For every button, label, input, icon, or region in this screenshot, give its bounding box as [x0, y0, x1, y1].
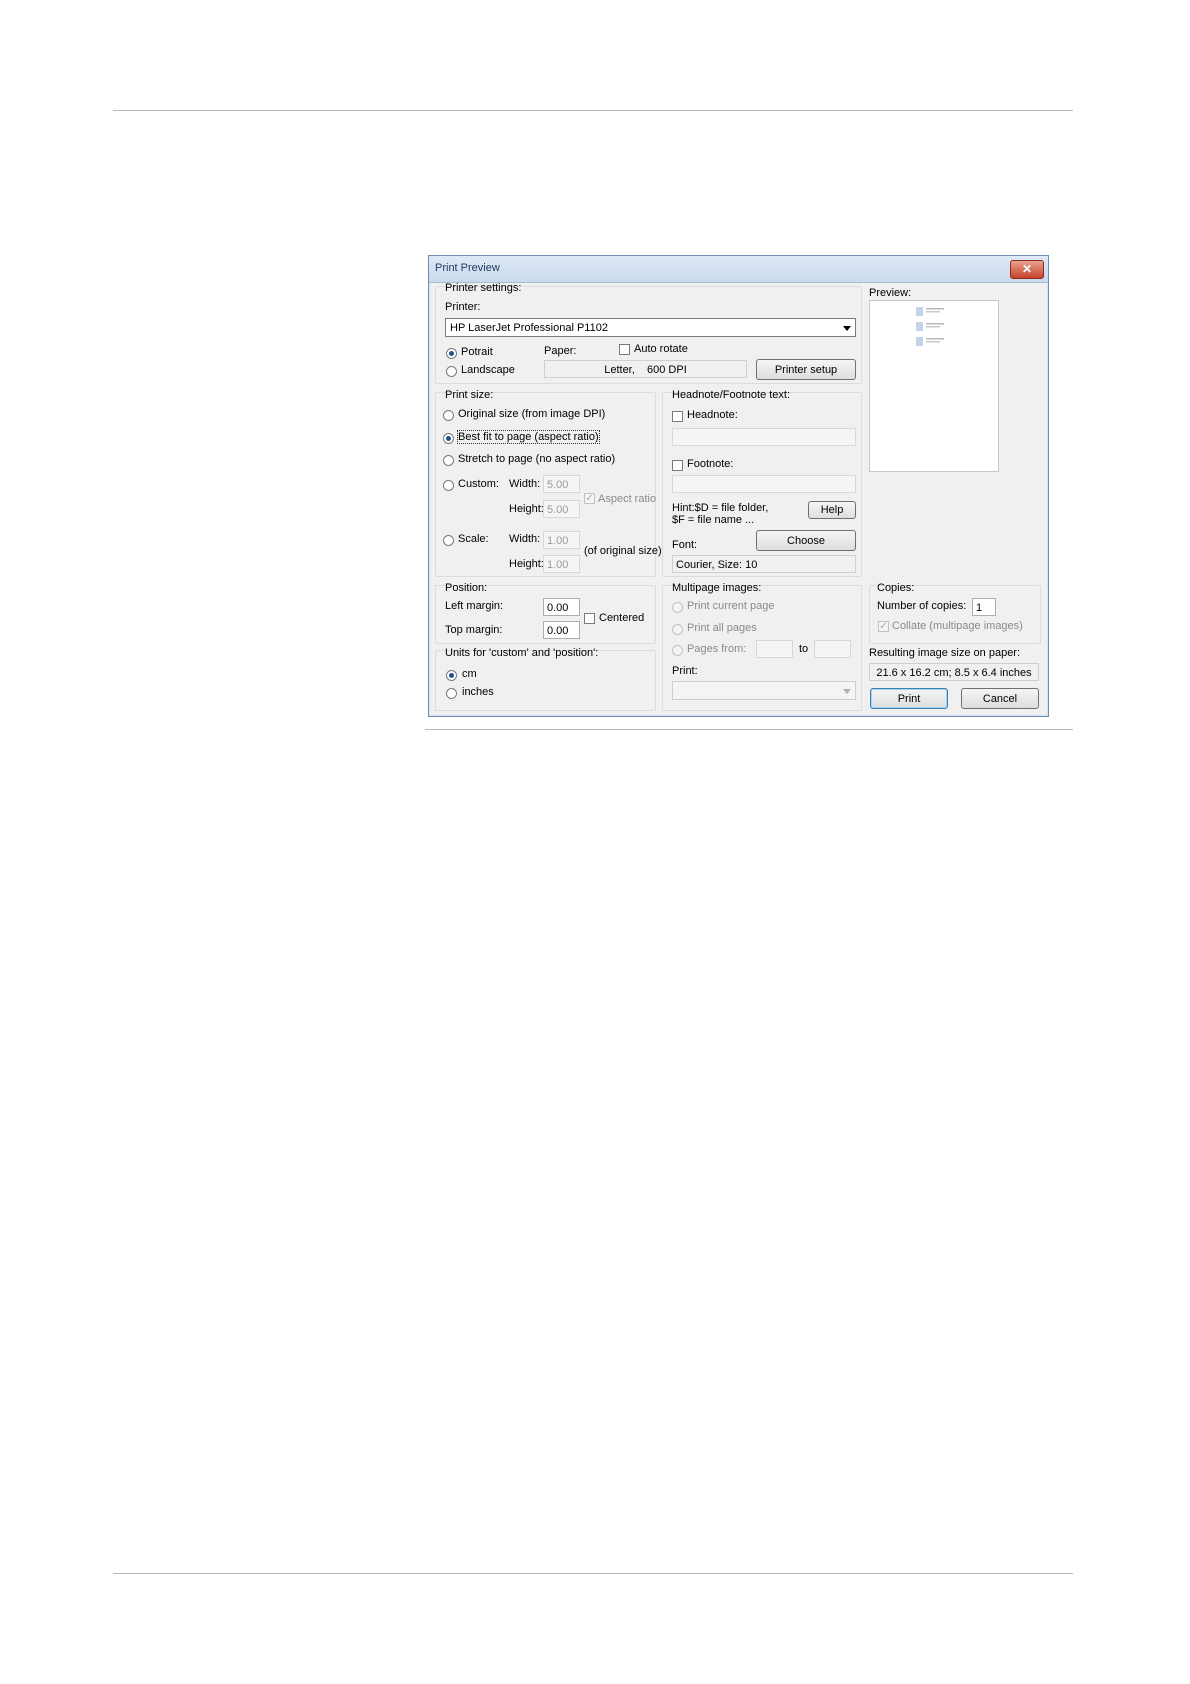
- best-fit-radio[interactable]: [443, 433, 454, 444]
- preview-thumbnail: [916, 307, 944, 346]
- print-button[interactable]: Print: [870, 688, 948, 709]
- aspect-ratio-label: Aspect ratio: [598, 493, 657, 505]
- auto-rotate-label: Auto rotate: [634, 343, 688, 355]
- stretch-label: Stretch to page (no aspect ratio): [458, 453, 616, 465]
- font-label: Font:: [672, 539, 698, 551]
- close-icon: ✕: [1021, 262, 1033, 276]
- landscape-label: Landscape: [461, 364, 515, 376]
- scale-label: Scale:: [458, 533, 489, 545]
- inches-radio[interactable]: [446, 688, 457, 699]
- portrait-label: Potrait: [461, 346, 493, 358]
- collate-checkbox[interactable]: ✓: [878, 621, 889, 632]
- of-original-size-label: (of original size): [584, 545, 662, 557]
- centered-label: Centered: [599, 612, 645, 624]
- custom-height-input[interactable]: 5.00: [543, 500, 580, 518]
- scale-height-label: Height:: [509, 558, 544, 570]
- preview-label: Preview:: [869, 287, 912, 299]
- print-all-pages-radio[interactable]: [672, 624, 683, 635]
- paper-label: Paper:: [544, 345, 577, 357]
- units-group: [435, 650, 656, 711]
- scale-radio[interactable]: [443, 535, 454, 546]
- left-margin-label: Left margin:: [445, 600, 504, 612]
- chevron-down-icon: [843, 689, 851, 694]
- hint-line-2: $F = file name ...: [672, 514, 755, 526]
- left-margin-input[interactable]: 0.00: [543, 598, 580, 616]
- position-label: Position:: [445, 582, 488, 594]
- figure-bottom-rule: [425, 729, 1073, 730]
- printer-label: Printer:: [445, 301, 481, 313]
- scale-width-label: Width:: [509, 533, 541, 545]
- print-size-label: Print size:: [445, 389, 494, 401]
- top-margin-input[interactable]: 0.00: [543, 621, 580, 639]
- headnote-input[interactable]: [672, 428, 856, 446]
- printer-settings-label: Printer settings:: [445, 282, 522, 294]
- headnote-footnote-label: Headnote/Footnote text:: [672, 389, 791, 401]
- print-current-page-radio[interactable]: [672, 602, 683, 613]
- print-all-pages-label: Print all pages: [687, 622, 757, 634]
- copies-label: Copies:: [877, 582, 915, 594]
- pages-from-label: Pages from:: [687, 643, 747, 655]
- footnote-label: Footnote:: [687, 458, 734, 470]
- print-range-dropdown[interactable]: [672, 681, 856, 700]
- original-size-label: Original size (from image DPI): [458, 408, 606, 420]
- help-button[interactable]: Help: [808, 501, 856, 519]
- title-bar: Print Preview ✕: [429, 256, 1048, 283]
- printer-setup-button[interactable]: Printer setup: [756, 359, 856, 380]
- inches-label: inches: [462, 686, 494, 698]
- cancel-button[interactable]: Cancel: [961, 688, 1039, 709]
- top-margin-label: Top margin:: [445, 624, 503, 636]
- custom-label: Custom:: [458, 478, 499, 490]
- printer-dropdown-value: HP LaserJet Professional P1102: [450, 322, 608, 334]
- hint-line-1: Hint:$D = file folder,: [672, 502, 769, 514]
- page-preview: [869, 300, 999, 472]
- print-preview-dialog: Print Preview ✕ Printer settings: Printe…: [428, 255, 1049, 717]
- pages-to-label: to: [799, 643, 809, 655]
- auto-rotate-checkbox[interactable]: [619, 344, 630, 355]
- printer-dropdown[interactable]: HP LaserJet Professional P1102: [445, 318, 856, 337]
- resulting-size-label: Resulting image size on paper:: [869, 647, 1021, 659]
- close-button[interactable]: ✕: [1010, 260, 1044, 279]
- stretch-radio[interactable]: [443, 455, 454, 466]
- headnote-checkbox[interactable]: [672, 411, 683, 422]
- original-size-radio[interactable]: [443, 410, 454, 421]
- best-fit-label: Best fit to page (aspect ratio): [457, 430, 600, 444]
- number-of-copies-input[interactable]: 1: [972, 598, 996, 616]
- cm-radio[interactable]: [446, 670, 457, 681]
- custom-radio[interactable]: [443, 480, 454, 491]
- page-bottom-rule: [113, 1573, 1073, 1574]
- cm-label: cm: [462, 668, 477, 680]
- custom-width-label: Width:: [509, 478, 541, 490]
- landscape-radio[interactable]: [446, 366, 457, 377]
- custom-height-label: Height:: [509, 503, 544, 515]
- footnote-checkbox[interactable]: [672, 460, 683, 471]
- print-current-page-label: Print current page: [687, 600, 775, 612]
- scale-height-input[interactable]: 1.00: [543, 555, 580, 573]
- centered-checkbox[interactable]: [584, 613, 595, 624]
- collate-label: Collate (multipage images): [892, 620, 1023, 632]
- page-top-rule: [113, 110, 1073, 111]
- pages-to-input[interactable]: [814, 640, 851, 658]
- aspect-ratio-checkbox[interactable]: ✓: [584, 493, 595, 504]
- headnote-label: Headnote:: [687, 409, 738, 421]
- pages-from-radio[interactable]: [672, 645, 683, 656]
- print-label: Print:: [672, 665, 698, 677]
- portrait-radio[interactable]: [446, 348, 457, 359]
- paper-value: Letter, 600 DPI: [544, 360, 747, 378]
- pages-from-input[interactable]: [756, 640, 793, 658]
- multipage-label: Multipage images:: [672, 582, 762, 594]
- choose-font-button[interactable]: Choose: [756, 530, 856, 551]
- chevron-down-icon: [843, 326, 851, 331]
- dialog-title: Print Preview: [435, 262, 500, 274]
- scale-width-input[interactable]: 1.00: [543, 531, 580, 549]
- units-label: Units for 'custom' and 'position':: [445, 647, 599, 659]
- number-of-copies-label: Number of copies:: [877, 600, 967, 612]
- custom-width-input[interactable]: 5.00: [543, 475, 580, 493]
- footnote-input[interactable]: [672, 475, 856, 493]
- font-value: Courier, Size: 10: [672, 555, 856, 573]
- resulting-size-value: 21.6 x 16.2 cm; 8.5 x 6.4 inches: [869, 663, 1039, 681]
